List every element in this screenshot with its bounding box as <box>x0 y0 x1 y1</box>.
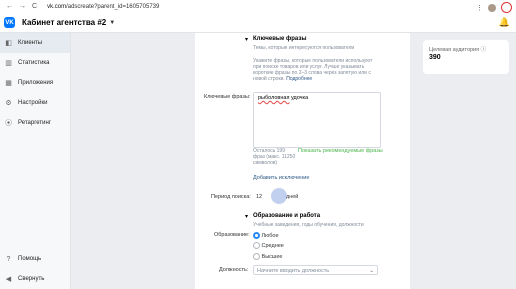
radio[interactable] <box>253 253 260 260</box>
add-exclusion-link[interactable]: Добавить исключение <box>253 175 309 181</box>
keywords-field-label: Ключевые фразы: <box>204 94 251 100</box>
sidebar-item-help[interactable]: ? Помощь <box>0 249 70 269</box>
stats-icon: ▥ <box>5 60 12 67</box>
position-placeholder: Начните вводить должность <box>257 268 330 274</box>
sidebar-item-stats[interactable]: ▥ Статистика <box>0 53 70 73</box>
sidebar-item-clients[interactable]: ◧ Клиенты <box>0 33 70 53</box>
collapse-arrow-icon[interactable]: ▾ <box>245 36 248 43</box>
period-label: Период поиска: <box>211 194 251 200</box>
education-title: Образование и работа <box>253 213 321 219</box>
option-label: Любое <box>261 232 279 239</box>
keywords-value: рыболовная удочка <box>258 95 308 101</box>
notifications-icon[interactable]: 🔔 <box>499 17 510 28</box>
radio[interactable] <box>253 242 260 249</box>
keywords-hint-text: Укажите фразы, которые пользователи испо… <box>253 58 373 82</box>
keywords-subtitle: Темы, которые интересуются пользователи <box>253 45 355 51</box>
keywords-value-rest: удочка <box>289 95 309 101</box>
vk-logo[interactable]: VK <box>4 17 15 28</box>
sidebar-item-collapse[interactable]: ◀ Свернуть <box>0 269 70 289</box>
sidebar-item-label: Клиенты <box>18 40 43 46</box>
education-label: Образование: <box>214 232 250 238</box>
settings-icon: ⚙ <box>5 100 12 107</box>
sidebar-item-label: Ретаргетинг <box>18 120 52 126</box>
keywords-value-underlined: рыболовная <box>258 95 290 101</box>
period-input[interactable]: 12 <box>256 194 262 200</box>
sidebar-item-label: Помощь <box>18 256 42 262</box>
profile-avatar[interactable] <box>488 3 496 12</box>
clients-icon: ◧ <box>5 40 12 47</box>
sidebar-item-label: Свернуть <box>18 276 45 282</box>
reload-icon[interactable]: C <box>32 3 37 10</box>
forward-icon[interactable]: → <box>19 3 26 10</box>
audience-value: 390 <box>429 54 441 61</box>
browser-actions: ⋮ <box>476 2 512 13</box>
sidebar-item-retarget[interactable]: ⦿ Ретаргетинг <box>0 113 70 133</box>
browser-nav: ← → C <box>6 3 37 10</box>
option-label: Высшее <box>261 253 283 260</box>
chevron-down-icon: ⌄ <box>369 268 374 274</box>
show-recommended-button[interactable]: Показать рекомендуемые фразы <box>298 148 383 154</box>
cabinet-title[interactable]: Кабинет агентства #2 <box>22 18 106 27</box>
keywords-hint: Укажите фразы, которые пользователи испо… <box>253 58 381 82</box>
radio-selected[interactable] <box>253 232 260 239</box>
url-path: /adscreate?parent_id=1605705739 <box>66 3 160 10</box>
chevron-down-icon[interactable]: ▼ <box>109 20 115 26</box>
address-bar[interactable]: vk.com/adscreate?parent_id=1605705739 <box>47 4 159 10</box>
help-icon: ? <box>6 255 11 263</box>
mouse-cursor-highlight <box>271 188 287 204</box>
audience-label-text: Целевая аудитория <box>429 47 480 53</box>
audience-panel: Целевая аудитория ⓘ 390 <box>423 40 509 74</box>
sidebar-item-settings[interactable]: ⚙ Настройки <box>0 93 70 113</box>
more-link[interactable]: Подробнее <box>286 76 312 82</box>
keywords-title: Ключевые фразы <box>253 36 307 42</box>
education-option-higher[interactable]: Высшее <box>253 253 282 260</box>
phrases-remaining: Осталось 199 фраз (макс. 11250 символов) <box>253 148 296 166</box>
vk-header: VK Кабинет агентства #2 ▼ 🔔 <box>0 13 516 33</box>
education-option-any[interactable]: Любое <box>253 232 279 239</box>
url-domain: vk.com <box>47 3 67 10</box>
browser-bar: ← → C vk.com/adscreate?parent_id=1605705… <box>0 0 516 13</box>
position-select[interactable]: Начните вводить должность ⌄ <box>253 265 378 275</box>
education-subtitle: Учебные заведения, годы обучения, должно… <box>253 222 364 228</box>
apps-icon: ▦ <box>5 80 12 87</box>
sidebar-item-label: Статистика <box>18 60 50 66</box>
sidebar-item-label: Настройки <box>18 100 48 106</box>
extensions-icon[interactable]: ⋮ <box>476 4 483 12</box>
back-icon[interactable]: ← <box>6 3 13 10</box>
period-unit: дней <box>286 194 299 200</box>
sidebar-bottom: ? Помощь ◀ Свернуть <box>0 249 70 289</box>
keywords-textarea[interactable]: рыболовная удочка <box>253 92 381 148</box>
position-label: Должность: <box>219 267 249 273</box>
education-option-secondary[interactable]: Среднее <box>253 242 284 249</box>
sidebar-item-apps[interactable]: ▦ Приложения <box>0 73 70 93</box>
audience-label: Целевая аудитория ⓘ <box>429 45 486 53</box>
sidebar: ◧ Клиенты ▥ Статистика ▦ Приложения ⚙ На… <box>0 33 71 289</box>
menu-button[interactable] <box>501 2 512 13</box>
sidebar-item-label: Приложения <box>18 80 54 86</box>
collapse-arrow-icon[interactable]: ▾ <box>245 213 248 220</box>
collapse-icon: ◀ <box>5 276 12 283</box>
info-icon[interactable]: ⓘ <box>481 47 487 53</box>
option-label: Среднее <box>261 242 284 249</box>
retarget-icon: ⦿ <box>5 120 12 127</box>
